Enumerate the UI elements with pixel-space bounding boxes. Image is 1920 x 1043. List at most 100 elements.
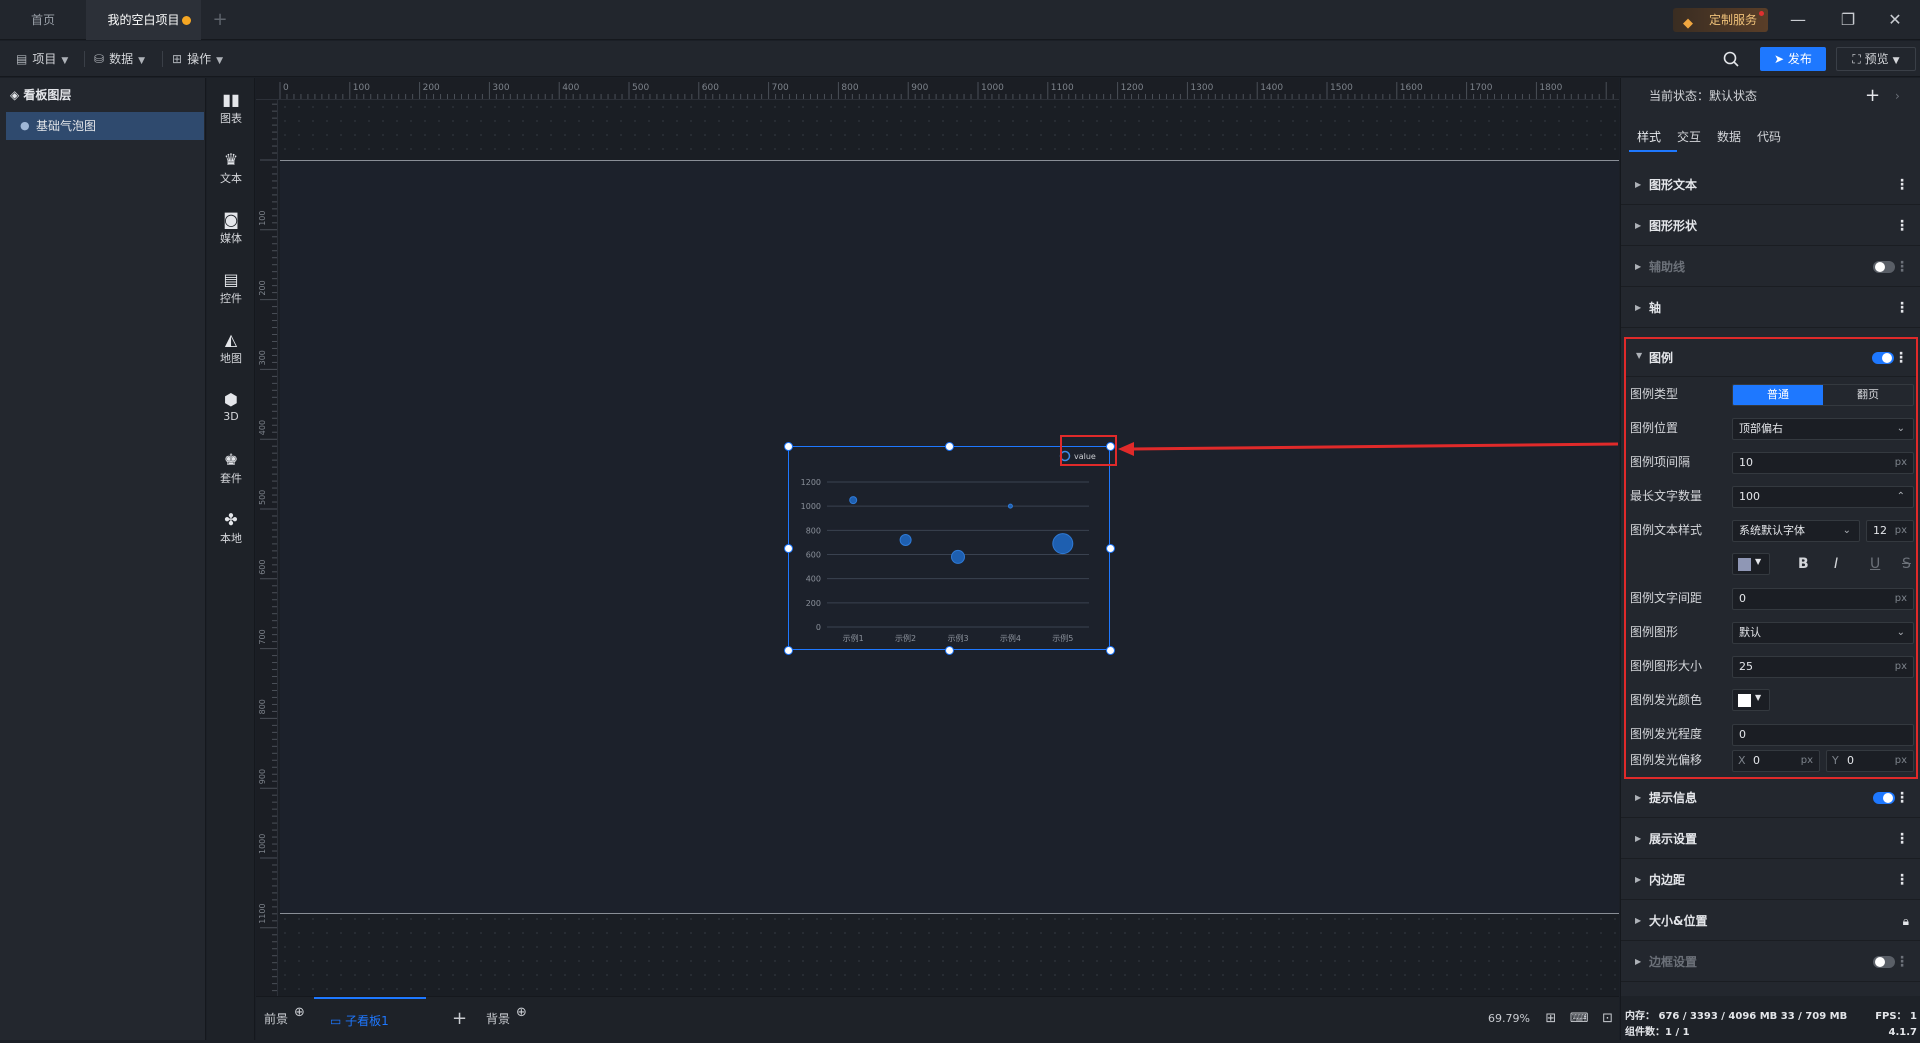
component-local[interactable]: ✤ 本地	[207, 510, 255, 546]
legend-shapesize-input[interactable]: 25 px	[1732, 656, 1914, 678]
custom-service-button[interactable]: ◆ 定制服务	[1673, 8, 1768, 32]
legend-shape-row: 图例图形 默认 ⌄	[1626, 615, 1916, 649]
more-icon[interactable]: ⋮	[1895, 288, 1909, 328]
section-shape-text[interactable]: ▶ 图形文本 ⋮	[1621, 165, 1920, 205]
segment-normal[interactable]: 普通	[1733, 385, 1823, 405]
bubble-point[interactable]	[849, 496, 858, 505]
minimize-button[interactable]: —	[1773, 0, 1823, 40]
zoom-level[interactable]: 69.79%	[1488, 1012, 1530, 1025]
add-circle-icon[interactable]: ⊕	[516, 1005, 527, 1020]
menu-operation[interactable]: ⊞ 操作 ▼	[164, 47, 231, 71]
legend-spacing-input[interactable]: 0 px	[1732, 588, 1914, 610]
font-family-select[interactable]: 系统默认字体 ⌄	[1732, 520, 1860, 542]
tab-style[interactable]: 样式	[1637, 128, 1661, 145]
legend-position-select[interactable]: 顶部偏右 ⌄	[1732, 418, 1914, 440]
more-icon[interactable]: ⋮	[1895, 247, 1909, 287]
tooltip-toggle[interactable]	[1873, 792, 1895, 804]
more-icon[interactable]: ⋮	[1895, 206, 1909, 246]
caret-right-icon: ▶	[1635, 221, 1642, 230]
tab-data[interactable]: 数据	[1717, 128, 1741, 145]
resize-handle[interactable]	[784, 544, 793, 553]
component-3d[interactable]: ⬢ 3D	[207, 390, 255, 423]
section-shape-form[interactable]: ▶ 图形形状 ⋮	[1621, 206, 1920, 246]
resize-handle[interactable]	[945, 646, 954, 655]
tab-project[interactable]: 我的空白项目	[86, 0, 201, 40]
more-icon[interactable]: ⋮	[1895, 860, 1909, 900]
bubble-point[interactable]	[1052, 533, 1074, 555]
search-icon[interactable]	[1722, 50, 1740, 68]
component-map[interactable]: ◭ 地图	[207, 330, 255, 366]
close-button[interactable]: ✕	[1870, 0, 1920, 40]
resize-handle[interactable]	[1106, 646, 1115, 655]
component-control[interactable]: ▤ 控件	[207, 270, 255, 306]
resize-handle[interactable]	[784, 646, 793, 655]
tab-sub-board[interactable]: ▭ 子看板1	[314, 997, 426, 1041]
guide-line-toggle[interactable]	[1873, 261, 1895, 273]
tab-code[interactable]: 代码	[1757, 128, 1781, 145]
resize-handle[interactable]	[1106, 544, 1115, 553]
fit-icon[interactable]: ⊞	[1545, 1011, 1556, 1026]
bubble-point[interactable]	[899, 534, 912, 546]
legend-gap-input[interactable]: 10 px	[1732, 452, 1914, 474]
publish-button[interactable]: ➤ 发布	[1760, 47, 1826, 71]
more-icon[interactable]: ⋮	[1895, 819, 1909, 859]
new-tab-button[interactable]: +	[205, 0, 235, 40]
resize-handle[interactable]	[945, 442, 954, 451]
tab-home[interactable]: 首页	[0, 0, 86, 40]
underline-icon[interactable]: U	[1870, 547, 1880, 581]
layer-item[interactable]: ● 基础气泡图	[6, 112, 204, 140]
lock-icon[interactable]: 🔒︎	[1903, 901, 1909, 941]
tab-interaction[interactable]: 交互	[1677, 128, 1701, 145]
section-tooltip[interactable]: ▶ 提示信息 ⋮	[1621, 778, 1920, 818]
component-media[interactable]: ◙ 媒体	[207, 210, 255, 246]
chevron-right-icon[interactable]: ›	[1895, 78, 1900, 114]
legend-shape-select[interactable]: 默认 ⌄	[1732, 622, 1914, 644]
terminal-icon[interactable]: ⊡	[1602, 1011, 1613, 1026]
component-kit[interactable]: ♚ 套件	[207, 450, 255, 486]
border-toggle[interactable]	[1873, 956, 1895, 968]
glow-offset-x-input[interactable]: X 0 px	[1732, 750, 1820, 772]
section-border[interactable]: ▶ 边框设置 ⋮	[1621, 942, 1920, 982]
preview-button[interactable]: ⛶ 预览 ▼	[1836, 47, 1916, 71]
restore-button[interactable]: ❐	[1823, 0, 1873, 40]
component-chart[interactable]: ▮▮ 图表	[207, 90, 255, 126]
section-display[interactable]: ▶ 展示设置 ⋮	[1621, 819, 1920, 859]
add-board-button[interactable]: +	[452, 997, 467, 1041]
section-padding[interactable]: ▶ 内边距 ⋮	[1621, 860, 1920, 900]
section-axis[interactable]: ▶ 轴 ⋮	[1621, 288, 1920, 328]
bubble-chart-widget[interactable]: 0 200 400 600 800 1000 1200 示例1 示例2 示例3 示例4 示例5 valu…	[788, 446, 1110, 650]
bubble-point[interactable]	[951, 549, 965, 564]
tab-front[interactable]: 前景 ⊕	[264, 997, 305, 1041]
chevron-up-icon[interactable]: ⌃	[1897, 487, 1905, 507]
strikethrough-icon[interactable]: S	[1902, 547, 1911, 581]
bubble-point[interactable]	[1007, 503, 1013, 509]
active-tab-indicator	[1629, 150, 1677, 152]
ruler-label: 600	[258, 560, 267, 575]
more-icon[interactable]: ⋮	[1895, 778, 1909, 818]
bold-icon[interactable]: B	[1798, 547, 1809, 581]
section-label: 图形形状	[1649, 219, 1698, 233]
font-size-input[interactable]: 12 px	[1866, 520, 1914, 542]
caret-right-icon: ▶	[1635, 916, 1642, 925]
segment-paging[interactable]: 翻页	[1823, 385, 1913, 405]
legend-toggle[interactable]	[1872, 352, 1894, 364]
section-guide-line[interactable]: ▶ 辅助线 ⋮	[1621, 247, 1920, 287]
more-icon[interactable]: ⋮	[1895, 942, 1909, 982]
glow-color-picker[interactable]: ▼	[1732, 689, 1770, 711]
add-circle-icon[interactable]: ⊕	[294, 1005, 305, 1020]
glow-offset-y-input[interactable]: Y 0 px	[1826, 750, 1914, 772]
italic-icon[interactable]: I	[1834, 547, 1838, 581]
more-icon[interactable]: ⋮	[1895, 165, 1909, 205]
tab-background[interactable]: 背景 ⊕	[486, 997, 527, 1041]
keyboard-icon[interactable]: ⌨	[1570, 1011, 1589, 1026]
section-size-position[interactable]: ▶ 大小&位置 🔒︎	[1621, 901, 1920, 941]
text-color-picker[interactable]: ▼	[1732, 553, 1770, 575]
menu-data[interactable]: ⛁ 数据 ▼	[86, 47, 153, 71]
more-icon[interactable]: ⋮	[1894, 339, 1908, 377]
component-text[interactable]: ♛ 文本	[207, 150, 255, 186]
legend-maxchars-input[interactable]: 100 ⌃	[1732, 486, 1914, 508]
add-state-button[interactable]: +	[1865, 78, 1880, 114]
menu-project[interactable]: ▤ 项目 ▼	[8, 47, 76, 71]
legend-header[interactable]: ▼ 图例 ⋮	[1626, 339, 1916, 377]
resize-handle[interactable]	[784, 442, 793, 451]
